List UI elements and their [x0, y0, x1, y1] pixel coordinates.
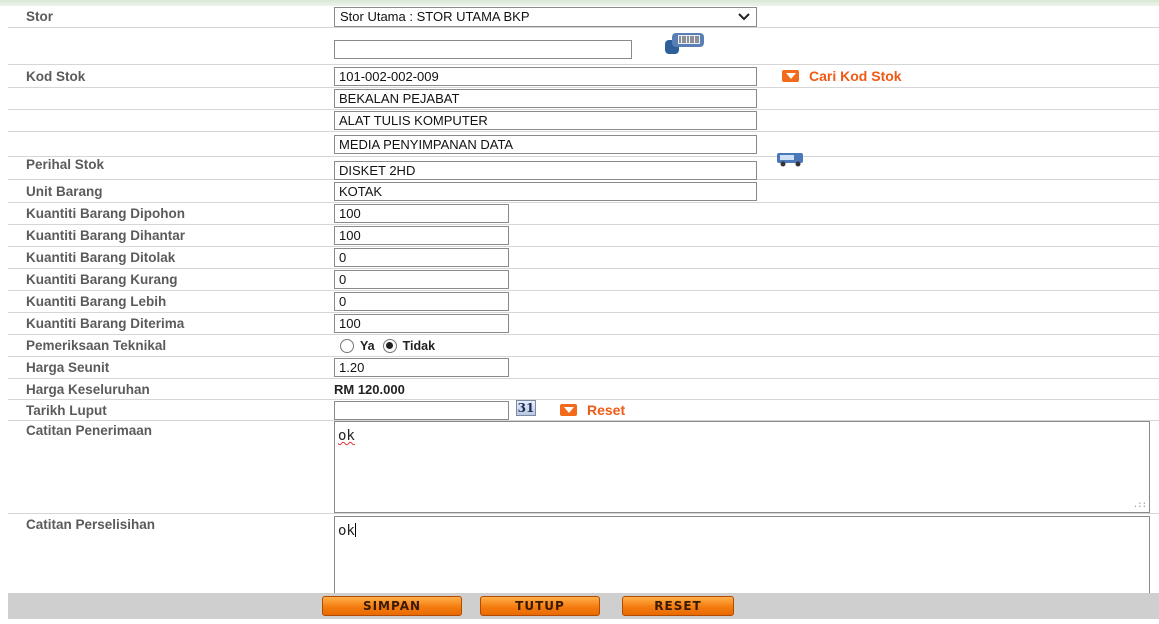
- kuantiti-kurang-field[interactable]: 0: [334, 270, 509, 289]
- tarikh-luput-input[interactable]: [334, 400, 509, 420]
- row-pemeriksaan-teknikal: Pemeriksaan Teknikal Ya Tidak: [8, 335, 1159, 357]
- radio-tidak-label: Tidak: [402, 338, 436, 353]
- kuantiti-lebih-label: Kuantiti Barang Lebih: [26, 294, 167, 309]
- unit-barang-label: Unit Barang: [26, 183, 103, 199]
- text-caret: [354, 523, 356, 537]
- kuantiti-kurang-label: Kuantiti Barang Kurang: [26, 272, 178, 287]
- row-kategori-2: ALAT TULIS KOMPUTER: [8, 110, 1159, 132]
- resize-grip-icon[interactable]: .::: [1133, 500, 1147, 510]
- simpan-button[interactable]: SIMPAN: [322, 596, 462, 616]
- row-kuantiti-dipohon: Kuantiti Barang Dipohon 100: [8, 203, 1159, 225]
- harga-keseluruhan-value: RM 120.000: [334, 381, 405, 397]
- tutup-button[interactable]: TUTUP: [480, 596, 600, 616]
- row-stor: Stor Stor Utama : STOR UTAMA BKP: [8, 6, 1159, 28]
- row-unit-barang: Unit Barang KOTAK: [8, 180, 1159, 203]
- row-kod-stok: Kod Stok 101-002-002-009 Cari Kod Stok: [8, 65, 1159, 88]
- stor-selected-value: Stor Utama : STOR UTAMA BKP: [340, 9, 530, 24]
- catitan-penerimaan-text: ok: [338, 428, 355, 444]
- radio-ya[interactable]: [340, 338, 354, 353]
- row-kuantiti-lebih: Kuantiti Barang Lebih 0: [8, 291, 1159, 313]
- catitan-penerimaan-textarea[interactable]: ok .::: [334, 421, 1150, 513]
- cari-kod-stok-link[interactable]: Cari Kod Stok: [782, 68, 902, 84]
- vehicle-icon[interactable]: [776, 151, 806, 167]
- row-barcode: [8, 28, 1159, 65]
- dropdown-arrow-icon: [782, 70, 799, 82]
- kuantiti-diterima-label: Kuantiti Barang Diterima: [26, 316, 185, 331]
- row-kuantiti-dihantar: Kuantiti Barang Dihantar 100: [8, 225, 1159, 247]
- perihal-stok-field: DISKET 2HD: [334, 160, 757, 180]
- dropdown-arrow-icon: [560, 404, 577, 416]
- row-kategori-1: BEKALAN PEJABAT: [8, 88, 1159, 110]
- chevron-down-icon: [738, 12, 750, 20]
- kuantiti-dihantar-label: Kuantiti Barang Dihantar: [26, 228, 186, 243]
- kuantiti-ditolak-field[interactable]: 0: [334, 248, 509, 267]
- kuantiti-dihantar-field[interactable]: 100: [334, 226, 509, 245]
- tarikh-luput-label: Tarikh Luput: [26, 402, 107, 418]
- row-perihal-stok: Perihal Stok DISKET 2HD: [8, 153, 1159, 180]
- radio-tidak[interactable]: [382, 338, 397, 353]
- row-tarikh-luput: Tarikh Luput 31 Reset: [8, 400, 1159, 421]
- pemeriksaan-teknikal-label: Pemeriksaan Teknikal: [26, 338, 167, 353]
- row-kuantiti-kurang: Kuantiti Barang Kurang 0: [8, 269, 1159, 291]
- kuantiti-dipohon-field[interactable]: 100: [334, 204, 509, 223]
- harga-keseluruhan-label: Harga Keseluruhan: [26, 381, 150, 397]
- stor-select[interactable]: Stor Utama : STOR UTAMA BKP: [334, 6, 757, 27]
- catitan-perselisihan-label: Catitan Perselisihan: [26, 517, 156, 532]
- harga-seunit-field[interactable]: 1.20: [334, 358, 509, 377]
- row-kategori-3: MEDIA PENYIMPANAN DATA: [8, 132, 1159, 157]
- row-kuantiti-ditolak: Kuantiti Barang Ditolak 0: [8, 247, 1159, 269]
- catitan-perselisihan-text: ok: [338, 523, 355, 539]
- kuantiti-lebih-field[interactable]: 0: [334, 292, 509, 311]
- barcode-input[interactable]: [334, 39, 632, 59]
- calendar-icon[interactable]: 31: [516, 400, 536, 416]
- row-harga-keseluruhan: Harga Keseluruhan RM 120.000: [8, 379, 1159, 400]
- subkategori-field: ALAT TULIS KOMPUTER: [334, 111, 757, 130]
- reset-button[interactable]: RESET: [622, 596, 734, 616]
- button-bar: SIMPAN TUTUP RESET: [8, 593, 1159, 619]
- jenis-field: MEDIA PENYIMPANAN DATA: [334, 134, 757, 154]
- kuantiti-dipohon-label: Kuantiti Barang Dipohon: [26, 206, 185, 221]
- kuantiti-diterima-field[interactable]: 100: [334, 314, 509, 333]
- stor-label: Stor: [26, 9, 53, 24]
- unit-barang-field: KOTAK: [334, 181, 757, 201]
- kod-stok-label: Kod Stok: [26, 68, 86, 84]
- reset-date-link[interactable]: Reset: [560, 402, 625, 418]
- kuantiti-ditolak-label: Kuantiti Barang Ditolak: [26, 250, 176, 265]
- kategori-field: BEKALAN PEJABAT: [334, 89, 757, 108]
- receipt-form: Stor Stor Utama : STOR UTAMA BKP Kod Sto…: [8, 6, 1159, 608]
- harga-seunit-label: Harga Seunit: [26, 360, 110, 375]
- radio-ya-label: Ya: [360, 338, 375, 353]
- row-harga-seunit: Harga Seunit 1.20: [8, 357, 1159, 379]
- row-kuantiti-diterima: Kuantiti Barang Diterima 100: [8, 313, 1159, 335]
- barcode-scanner-icon[interactable]: [664, 32, 708, 56]
- catitan-penerimaan-label: Catitan Penerimaan: [26, 423, 153, 438]
- kod-stok-field[interactable]: 101-002-002-009: [334, 66, 757, 86]
- row-catitan-penerimaan: Catitan Penerimaan ok .::: [8, 421, 1159, 514]
- perihal-stok-label: Perihal Stok: [26, 157, 105, 172]
